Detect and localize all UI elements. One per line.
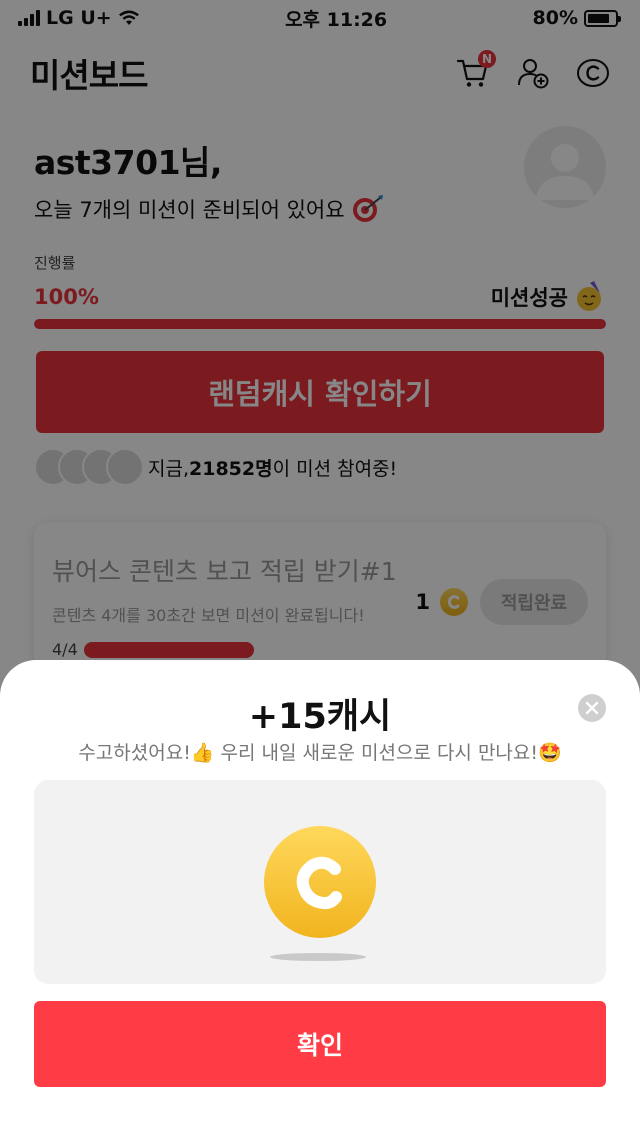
big-coin-icon (264, 826, 376, 938)
reward-sheet: +15캐시 수고하셨어요!👍 우리 내일 새로운 미션으로 다시 만나요!🤩 확… (0, 660, 640, 1138)
close-button[interactable] (578, 694, 606, 722)
reward-title: +15캐시 (248, 697, 392, 737)
reward-message: 수고하셨어요!👍 우리 내일 새로운 미션으로 다시 만나요!🤩 (78, 742, 562, 764)
close-icon (585, 701, 599, 715)
coin-shadow (270, 953, 366, 961)
coin-display (34, 780, 606, 984)
confirm-button[interactable]: 확인 (34, 1001, 606, 1087)
